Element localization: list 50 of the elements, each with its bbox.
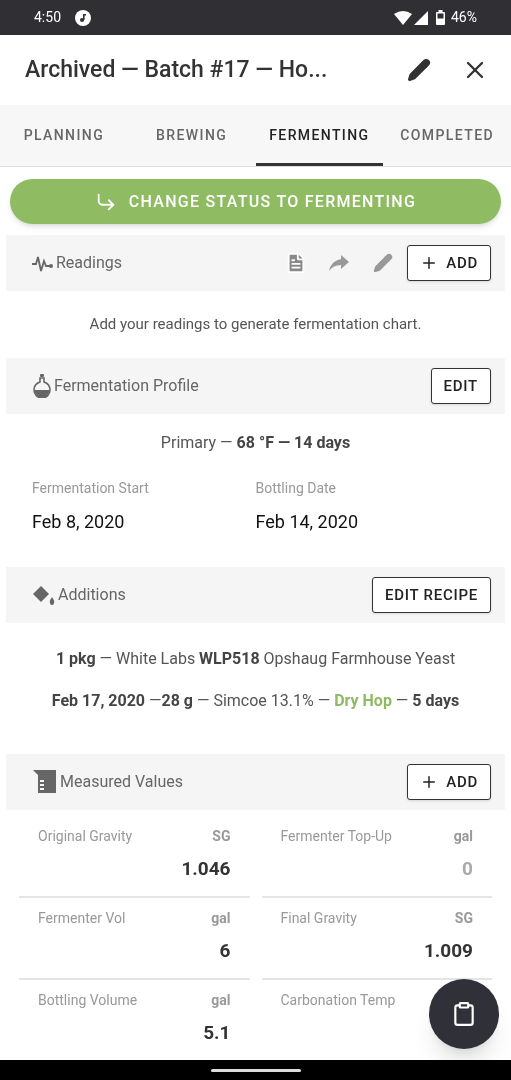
field-label: Carbonation Temp [280,991,396,1010]
beaker-icon [32,769,58,795]
field-label: Bottling Volume [38,991,138,1010]
flask-icon [32,374,52,398]
tab[interactable]: BREWING [127,105,256,166]
addition-line: 1 pkg — White Labs WLP518 Opshaug Farmhouse Yeast [55,648,456,670]
field-unit: gal [211,909,231,928]
field-label: Final Gravity [280,909,357,928]
tab[interactable]: FERMENTING [255,105,384,166]
value-field[interactable]: 6 [38,937,231,966]
date-label: Fermentation Start [32,479,150,498]
edit-button[interactable]: EDIT [430,368,491,404]
section-title: Measured Values [60,771,183,793]
music-note-icon [75,9,91,26]
paint-bucket-icon [32,584,56,606]
date-label: Bottling Date [255,479,338,498]
tab[interactable]: PLANNING [0,105,128,166]
wifi-icon [394,10,412,25]
field-unit: gal [453,827,473,846]
clipboard-icon [451,1001,477,1027]
section-title: Fermentation Profile [54,375,199,397]
value-field[interactable]: 1.009 [280,937,473,966]
field-unit: SG [212,827,231,846]
empty-message: Add your readings to generate fermentation chart. [89,314,422,336]
date-value[interactable]: Feb 8, 2020 [32,508,256,535]
clipboard-fab[interactable] [429,979,499,1049]
section-title: Additions [58,584,126,606]
field-unit: SG [454,909,473,928]
share-icon[interactable] [329,255,350,271]
field-label: Fermenter Top-Up [280,827,392,846]
addition-line: Feb 17, 2020 —28 g — Simcoe 13.1% — Dry Hop — 5 days [51,690,460,712]
add-button[interactable]: ADD [407,245,491,281]
date-value[interactable]: Feb 14, 2020 [255,508,479,535]
value-field[interactable]: 5.1 [38,1019,231,1048]
field-label: Fermenter Vol [38,909,126,928]
profile-summary: Primary — 68 °F — 14 days [160,432,351,454]
signal-icon [414,10,428,25]
status-time: 4:50 [34,8,61,27]
tab[interactable]: COMPLETED [383,105,511,166]
field-label: Original Gravity [38,827,133,846]
edit-recipe-button[interactable]: EDIT RECIPE [371,577,491,613]
window-title: Archived — Batch #17 — Ho... [25,54,328,85]
battery-percent: 46% [451,8,477,27]
edit-icon[interactable] [407,58,431,82]
add-button[interactable]: ADD [407,764,491,800]
home-indicator[interactable] [210,1068,301,1072]
section-title: Readings [56,252,123,274]
value-field[interactable]: 1.046 [38,855,231,884]
battery-icon [436,10,445,25]
field-unit: gal [211,991,231,1010]
